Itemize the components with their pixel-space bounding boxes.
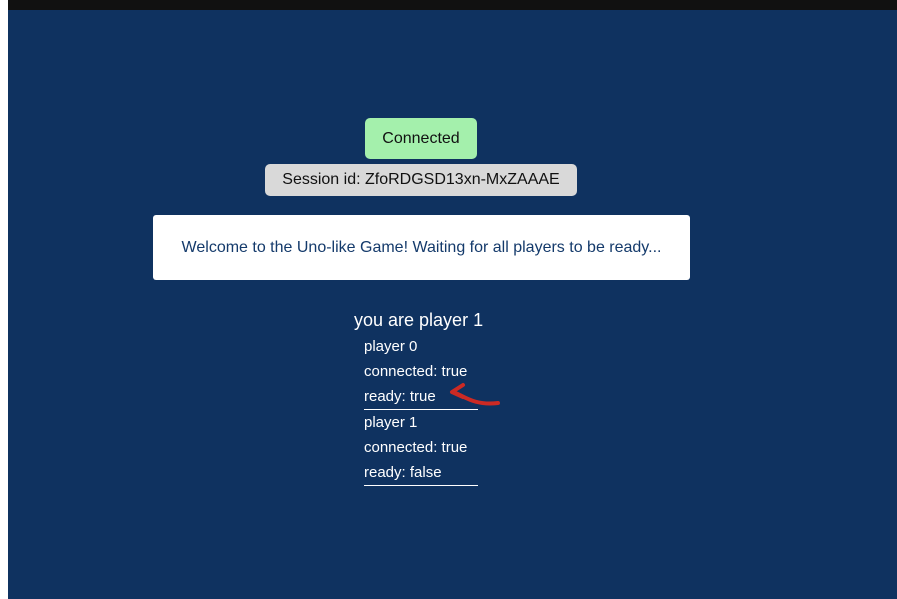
player-1-block: player 1 connected: true ready: false <box>364 410 478 486</box>
player-1-name: player 1 <box>364 414 418 431</box>
player-1-connected-status: connected: true <box>364 439 468 456</box>
session-id-badge: Session id: ZfoRDGSD13xn-MxZAAAE <box>265 164 577 196</box>
player-1-ready-status: ready: false <box>364 464 442 481</box>
current-player-heading: you are player 1 <box>354 310 484 330</box>
top-black-bar <box>8 0 897 10</box>
app-frame: Connected Session id: ZfoRDGSD13xn-MxZAA… <box>0 0 897 599</box>
player-0-connected-status: connected: true <box>364 363 468 380</box>
red-hand-drawn-arrow-icon <box>450 383 500 406</box>
game-message-box: Welcome to the Uno-like Game! Waiting fo… <box>153 215 690 280</box>
player-0-name: player 0 <box>364 338 418 355</box>
game-area <box>8 10 897 599</box>
connection-status-badge: Connected <box>365 118 477 159</box>
